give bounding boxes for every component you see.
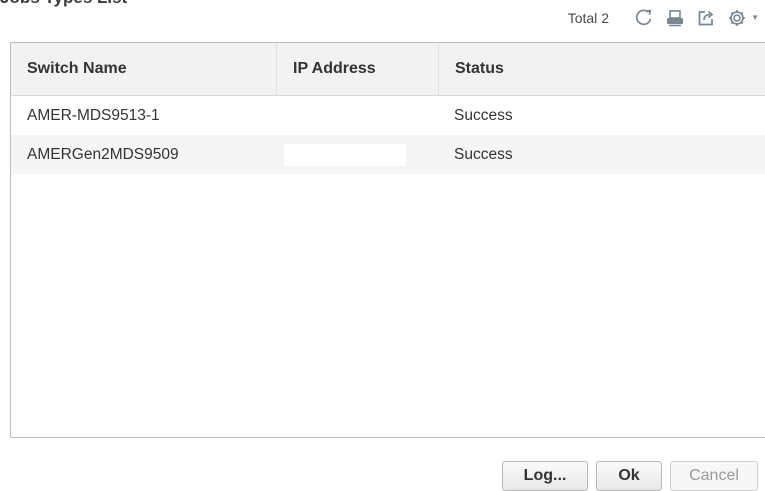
chevron-down-icon: ▼	[751, 13, 759, 22]
cell-switch-name: AMERGen2MDS9509	[27, 145, 179, 163]
cell-status: Success	[454, 145, 513, 163]
total-value: 2	[601, 10, 610, 26]
cancel-button[interactable]: Cancel	[670, 461, 758, 491]
redacted-ip-block	[284, 143, 406, 166]
table-toolbar: Total 2 ▼	[568, 6, 759, 30]
table-row[interactable]: AMERGen2MDS9509 Success	[11, 135, 765, 174]
ok-button[interactable]: Ok	[596, 461, 662, 491]
export-icon[interactable]	[694, 6, 718, 30]
log-button[interactable]: Log...	[502, 461, 588, 491]
cell-status: Success	[454, 106, 513, 124]
print-icon[interactable]	[663, 6, 687, 30]
cell-ip-address	[276, 96, 438, 135]
total-count: Total 2	[568, 10, 609, 26]
table-row[interactable]: AMER-MDS9513-1 Success	[11, 96, 765, 135]
column-header-status[interactable]: Status	[438, 43, 765, 95]
cell-switch-name: AMER-MDS9513-1	[27, 106, 160, 124]
cell-ip-address	[276, 135, 438, 174]
column-header-switch-name[interactable]: Switch Name	[11, 43, 276, 95]
total-label: Total	[567, 10, 598, 26]
dialog-buttons: Log... Ok Cancel	[502, 461, 758, 491]
column-header-ip-address[interactable]: IP Address	[276, 43, 438, 95]
refresh-icon[interactable]	[632, 6, 656, 30]
table-header: Switch Name IP Address Status	[11, 43, 765, 96]
switch-table: Switch Name IP Address Status AMER-MDS95…	[10, 42, 765, 438]
dialog-heading: Jobs Types List	[0, 0, 127, 8]
settings-menu[interactable]: ▼	[725, 6, 759, 30]
gear-icon	[725, 6, 749, 30]
dialog: Jobs Types List Total 2	[0, 0, 765, 491]
